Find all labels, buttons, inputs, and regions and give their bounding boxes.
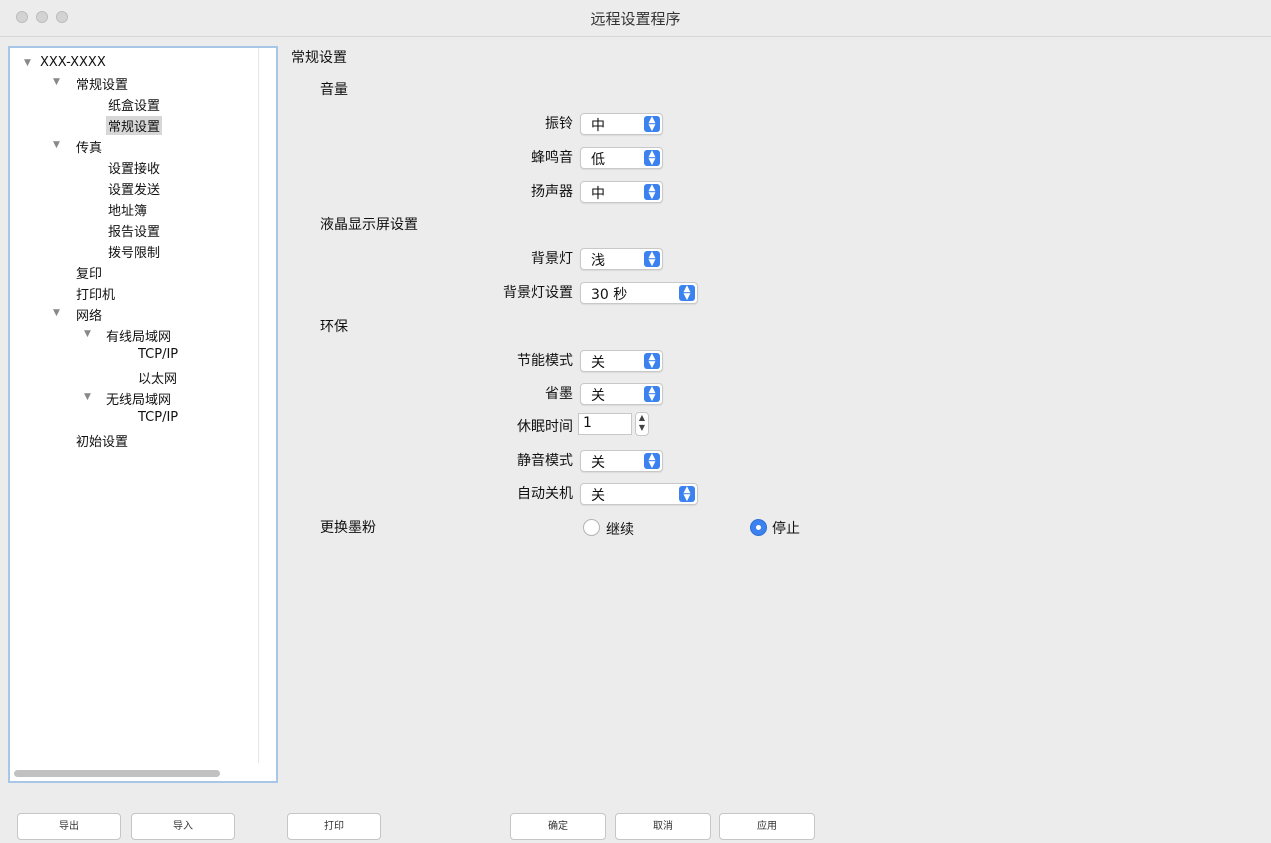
- auto-power-off-label: 自动关机: [517, 486, 573, 502]
- backlight-timer-label: 背景灯设置: [503, 285, 573, 301]
- updown-arrows-icon: ▲ ▼: [644, 386, 660, 403]
- updown-arrows-icon: ▲ ▼: [644, 184, 660, 201]
- replace-toner-stop-radio[interactable]: [750, 519, 767, 536]
- updown-arrows-icon: ▲ ▼: [644, 353, 660, 370]
- disclosure-triangle-icon[interactable]: ▼: [53, 140, 60, 150]
- section-heading-eco: 环保: [320, 319, 348, 335]
- auto-power-off-select[interactable]: 关 ▲ ▼: [580, 483, 698, 505]
- section-heading-volume: 音量: [320, 82, 348, 98]
- quiet-mode-select[interactable]: 关 ▲ ▼: [580, 450, 663, 472]
- import-button[interactable]: 导入: [131, 813, 235, 840]
- tree-item-copy[interactable]: 复印: [76, 263, 102, 282]
- print-button[interactable]: 打印: [287, 813, 381, 840]
- tree-item-dial-restriction[interactable]: 拨号限制: [108, 242, 160, 261]
- disclosure-triangle-icon[interactable]: ▼: [84, 329, 91, 339]
- tree-item-general-settings[interactable]: 常规设置: [76, 74, 128, 93]
- toner-save-label: 省墨: [545, 386, 573, 402]
- updown-arrows-icon: ▲ ▼: [679, 285, 695, 302]
- disclosure-triangle-icon[interactable]: ▼: [24, 58, 31, 68]
- beep-volume-select[interactable]: 低 ▲ ▼: [580, 147, 663, 169]
- backlight-select[interactable]: 浅 ▲ ▼: [580, 248, 663, 270]
- sleep-time-label: 休眠时间: [517, 419, 573, 435]
- backlight-timer-value: 30 秒: [591, 287, 628, 303]
- toner-save-select[interactable]: 关 ▲ ▼: [580, 383, 663, 405]
- speaker-volume-label: 扬声器: [531, 184, 573, 200]
- tree-item-ethernet[interactable]: 以太网: [138, 368, 177, 387]
- tree-item-setup-receive[interactable]: 设置接收: [108, 158, 160, 177]
- section-heading-lcd: 液晶显示屏设置: [320, 217, 418, 233]
- tree-horizontal-scrollbar[interactable]: [14, 770, 220, 777]
- speaker-volume-value: 中: [591, 186, 605, 202]
- settings-tree[interactable]: ▼ XXX-XXXX ▼ 常规设置 纸盒设置 常规设置 ▼ 传真 设置接收 设置…: [8, 46, 278, 783]
- updown-arrows-icon: ▲ ▼: [679, 486, 695, 503]
- replace-toner-continue-label[interactable]: 继续: [606, 519, 634, 539]
- updown-arrows-icon: ▲ ▼: [644, 453, 660, 470]
- disclosure-triangle-icon[interactable]: ▼: [53, 308, 60, 318]
- backlight-value: 浅: [591, 253, 605, 269]
- ring-volume-select[interactable]: 中 ▲ ▼: [580, 113, 663, 135]
- replace-toner-stop-label[interactable]: 停止: [772, 518, 800, 538]
- export-button[interactable]: 导出: [17, 813, 121, 840]
- ring-volume-label: 振铃: [545, 116, 573, 132]
- tree-item-network[interactable]: 网络: [76, 305, 102, 324]
- eco-mode-label: 节能模式: [517, 353, 573, 369]
- updown-arrows-icon: ▲ ▼: [644, 116, 660, 133]
- cancel-button[interactable]: 取消: [615, 813, 711, 840]
- updown-arrows-icon: ▲ ▼: [644, 251, 660, 268]
- title-bar: 远程设置程序: [0, 0, 1271, 37]
- speaker-volume-select[interactable]: 中 ▲ ▼: [580, 181, 663, 203]
- section-heading-replace-toner: 更换墨粉: [320, 520, 376, 536]
- ring-volume-value: 中: [591, 118, 605, 134]
- disclosure-triangle-icon[interactable]: ▼: [53, 77, 60, 87]
- tree-item-tray-settings[interactable]: 纸盒设置: [108, 95, 160, 114]
- stepper-up-icon[interactable]: ▲: [636, 413, 648, 423]
- tree-item-device[interactable]: XXX-XXXX: [40, 55, 106, 70]
- ok-button[interactable]: 确定: [510, 813, 606, 840]
- toner-save-value: 关: [591, 388, 605, 404]
- quiet-mode-label: 静音模式: [517, 453, 573, 469]
- eco-mode-value: 关: [591, 355, 605, 371]
- window-title: 远程设置程序: [590, 10, 681, 28]
- tree-item-printer[interactable]: 打印机: [76, 284, 115, 303]
- beep-volume-value: 低: [591, 152, 605, 168]
- sleep-time-value: 1: [583, 415, 592, 431]
- tree-item-setup-send[interactable]: 设置发送: [108, 179, 160, 198]
- tree-item-wireless-lan[interactable]: 无线局域网: [106, 389, 171, 408]
- tree-item-wired-lan[interactable]: 有线局域网: [106, 326, 171, 345]
- stepper-down-icon[interactable]: ▼: [636, 423, 648, 433]
- tree-item-wired-tcpip[interactable]: TCP/IP: [138, 347, 178, 362]
- eco-mode-select[interactable]: 关 ▲ ▼: [580, 350, 663, 372]
- backlight-timer-select[interactable]: 30 秒 ▲ ▼: [580, 282, 698, 304]
- tree-item-wireless-tcpip[interactable]: TCP/IP: [138, 410, 178, 425]
- beep-volume-label: 蜂鸣音: [531, 150, 573, 166]
- tree-item-general-settings-selected[interactable]: 常规设置: [106, 116, 163, 135]
- updown-arrows-icon: ▲ ▼: [644, 150, 660, 167]
- apply-button[interactable]: 应用: [719, 813, 815, 840]
- tree-vertical-scroll-track: [258, 48, 259, 763]
- backlight-label: 背景灯: [531, 251, 573, 267]
- sleep-time-input[interactable]: 1: [578, 413, 632, 435]
- auto-power-off-value: 关: [591, 488, 605, 504]
- sleep-time-stepper[interactable]: ▲ ▼: [635, 412, 649, 436]
- tree-item-fax[interactable]: 传真: [76, 137, 102, 156]
- tree-item-initial-setup[interactable]: 初始设置: [76, 431, 128, 450]
- replace-toner-continue-radio[interactable]: [583, 519, 600, 536]
- tree-item-address-book[interactable]: 地址簿: [108, 200, 147, 219]
- quiet-mode-value: 关: [591, 455, 605, 471]
- disclosure-triangle-icon[interactable]: ▼: [84, 392, 91, 402]
- tree-item-report-settings[interactable]: 报告设置: [108, 221, 160, 240]
- page-title: 常规设置: [291, 50, 347, 66]
